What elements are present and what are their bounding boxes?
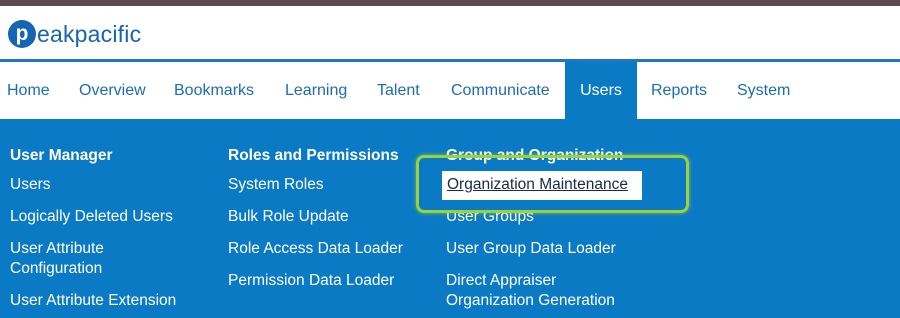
nav-users[interactable]: Users [565,62,637,119]
roles-permissions-heading: Roles and Permissions [228,147,399,164]
nav-communicate[interactable]: Communicate [451,62,550,119]
menu-link-permission-data-loader[interactable]: Permission Data Loader [228,271,394,291]
logo-text: eakpacific [37,20,142,47]
menu-link-bulk-role-update[interactable]: Bulk Role Update [228,207,349,227]
nav-talent[interactable]: Talent [377,62,420,119]
menu-link-system-roles[interactable]: System Roles [228,175,324,195]
menu-link-logically-deleted-users[interactable]: Logically Deleted Users [10,207,173,227]
menu-link-role-access-data-loader[interactable]: Role Access Data Loader [228,239,403,259]
peakpacific-logo[interactable]: p eakpacific [8,18,141,50]
menu-link-user-attribute-extension[interactable]: User Attribute Extension [10,291,176,311]
menu-link-user-group-data-loader[interactable]: User Group Data Loader [446,239,616,259]
users-mega-menu: User Manager Users Logically Deleted Use… [0,119,900,318]
nav-learning[interactable]: Learning [285,62,347,119]
nav-reports[interactable]: Reports [651,62,707,119]
user-manager-heading: User Manager [10,147,113,164]
menu-link-direct-appraiser-organization-generation[interactable]: Direct Appraiser Organization Generation [446,271,615,311]
menu-link-users[interactable]: Users [10,175,50,195]
nav-overview[interactable]: Overview [79,62,146,119]
nav-home[interactable]: Home [7,62,50,119]
nav-bookmarks[interactable]: Bookmarks [174,62,254,119]
menu-link-user-attribute-configuration[interactable]: User Attribute Configuration [10,239,104,279]
highlight-callout [416,155,689,213]
main-nav: Home Overview Bookmarks Learning Talent … [0,62,900,119]
logo-mark: p [8,20,36,48]
header: p eakpacific [0,6,900,60]
nav-system[interactable]: System [737,62,790,119]
